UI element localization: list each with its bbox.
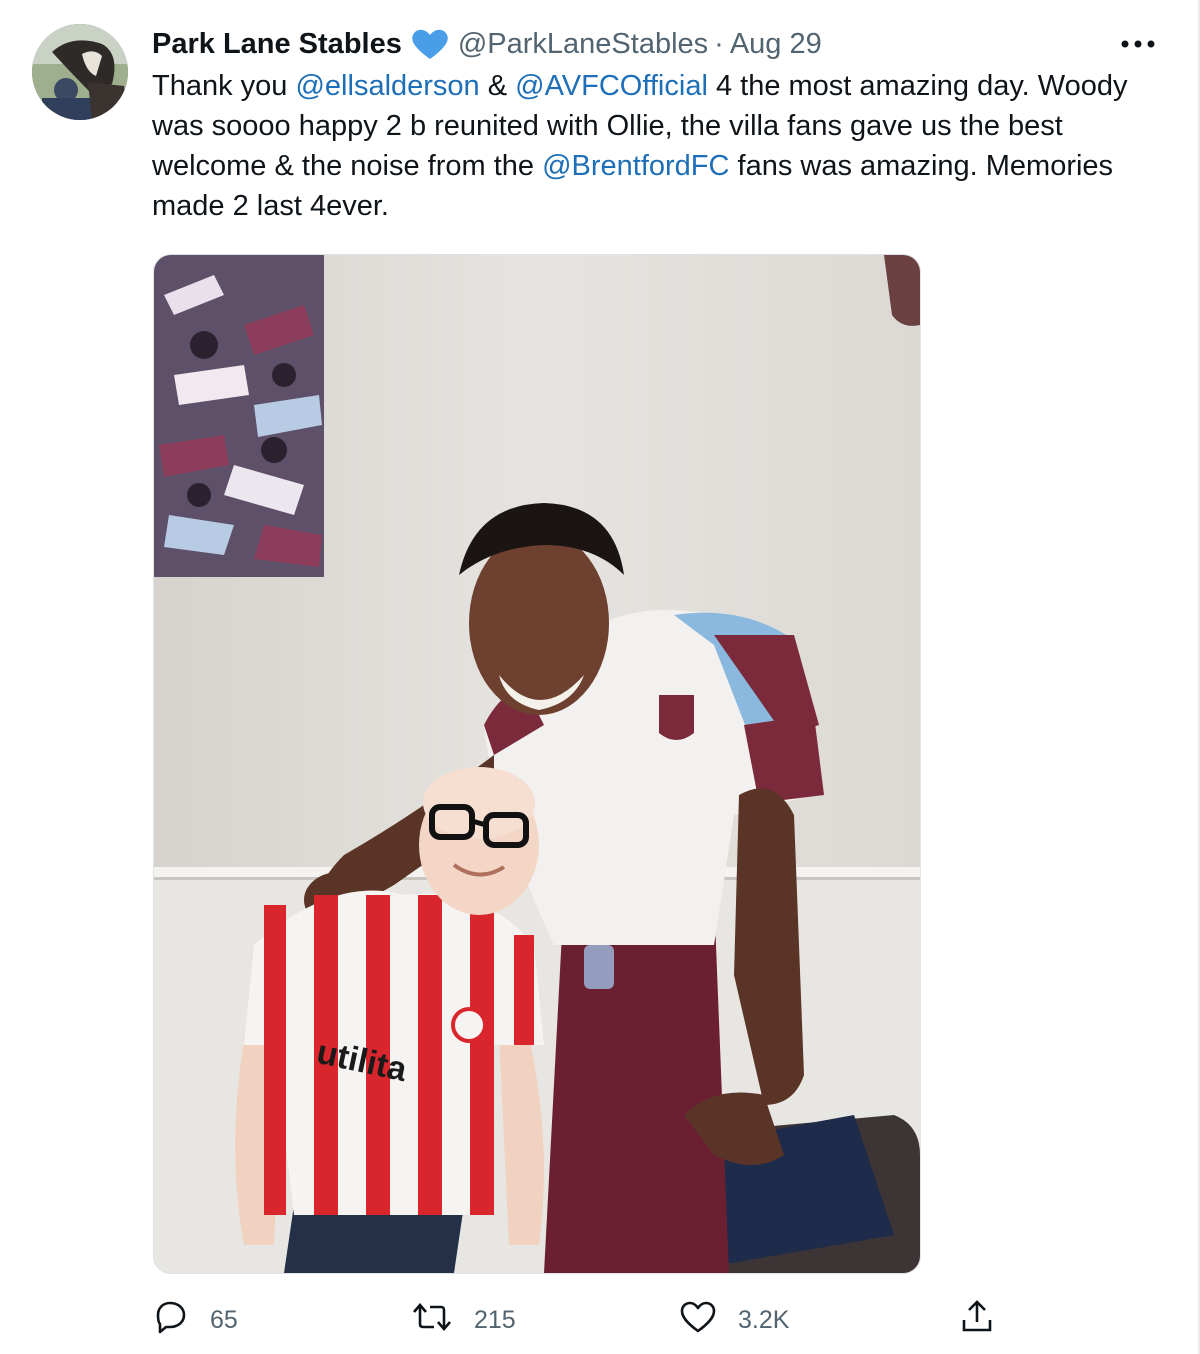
photo-illustration: utilita <box>154 255 920 1273</box>
reply-button[interactable]: 65 <box>152 1296 238 1344</box>
avatar[interactable] <box>32 24 128 120</box>
reply-icon <box>152 1300 188 1341</box>
mention-link-ellsalderson[interactable]: @ellsalderson <box>295 70 479 102</box>
display-name[interactable]: Park Lane Stables <box>152 28 402 61</box>
like-button[interactable]: 3.2K <box>680 1296 789 1344</box>
header-separator: · <box>714 27 724 60</box>
mention-link-brentfordfc[interactable]: @BrentfordFC <box>542 150 729 182</box>
verified-badge-icon <box>410 27 450 61</box>
share-icon <box>960 1299 994 1341</box>
like-count: 3.2K <box>738 1305 790 1334</box>
more-options-icon[interactable] <box>1118 30 1158 58</box>
user-handle[interactable]: @ParkLaneStables <box>458 28 708 61</box>
retweet-button[interactable]: 215 <box>412 1296 516 1344</box>
tweet-date[interactable]: Aug 29 <box>730 28 822 61</box>
tweet-actions: 65 215 3.2K <box>152 1296 1012 1344</box>
reply-count: 65 <box>210 1305 238 1334</box>
tweet-text: Thank you @ellsalderson & @AVFCOfficial … <box>152 66 1162 226</box>
tweet-text-part: & <box>479 70 516 102</box>
tweet-header: Park Lane Stables @ParkLaneStables · Aug… <box>152 24 822 64</box>
heart-icon <box>680 1301 716 1340</box>
tweet-text-part: Thank you <box>152 70 296 102</box>
tweet-card: Park Lane Stables @ParkLaneStables · Aug… <box>0 0 1200 1354</box>
tweet-photo[interactable]: utilita <box>153 254 921 1274</box>
mention-link-avfcofficial[interactable]: @AVFCOfficial <box>515 70 708 102</box>
retweet-count: 215 <box>474 1305 516 1334</box>
retweet-icon <box>412 1302 452 1339</box>
fan-poster <box>154 255 324 577</box>
share-button[interactable] <box>960 1296 994 1344</box>
avatar-image <box>32 24 128 120</box>
